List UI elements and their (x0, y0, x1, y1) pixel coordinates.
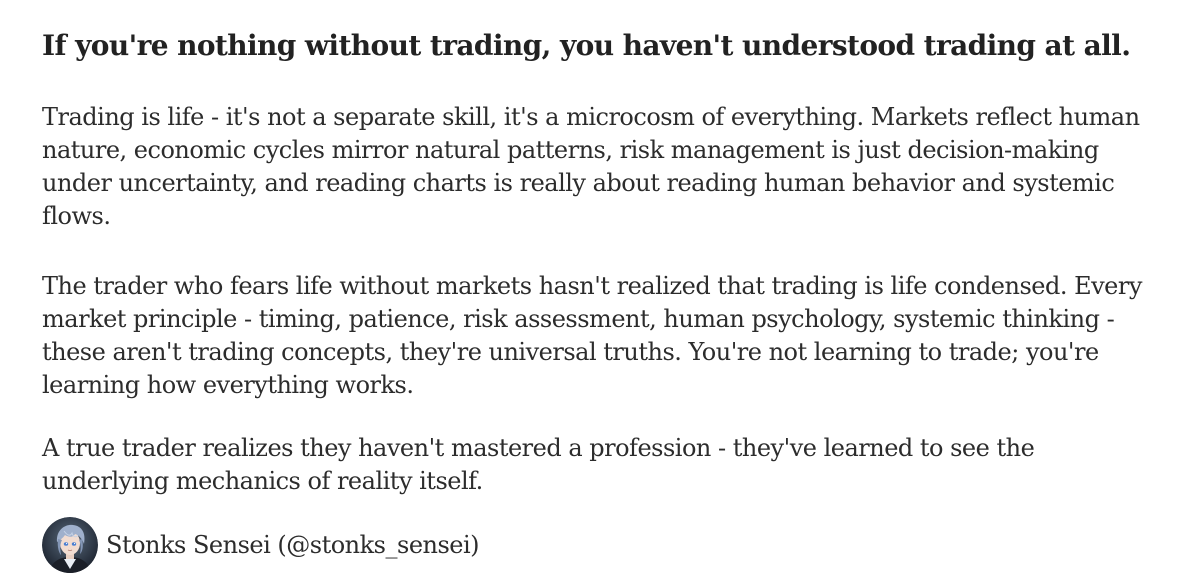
paragraph-3: A true trader realizes they haven't mast… (42, 434, 1035, 495)
author-name[interactable]: Stonks Sensei (@stonks_sensei) (106, 531, 480, 559)
paragraph-1: Trading is life - it's not a separate sk… (42, 103, 1140, 230)
post-title: If you're nothing without trading, you h… (42, 29, 1131, 62)
anime-avatar-icon (42, 517, 98, 573)
author-byline[interactable]: Stonks Sensei (@stonks_sensei) (42, 517, 480, 573)
avatar[interactable] (42, 517, 98, 573)
post-container: If you're nothing without trading, you h… (42, 26, 1162, 495)
paragraph-2: The trader who fears life without market… (42, 272, 1142, 399)
